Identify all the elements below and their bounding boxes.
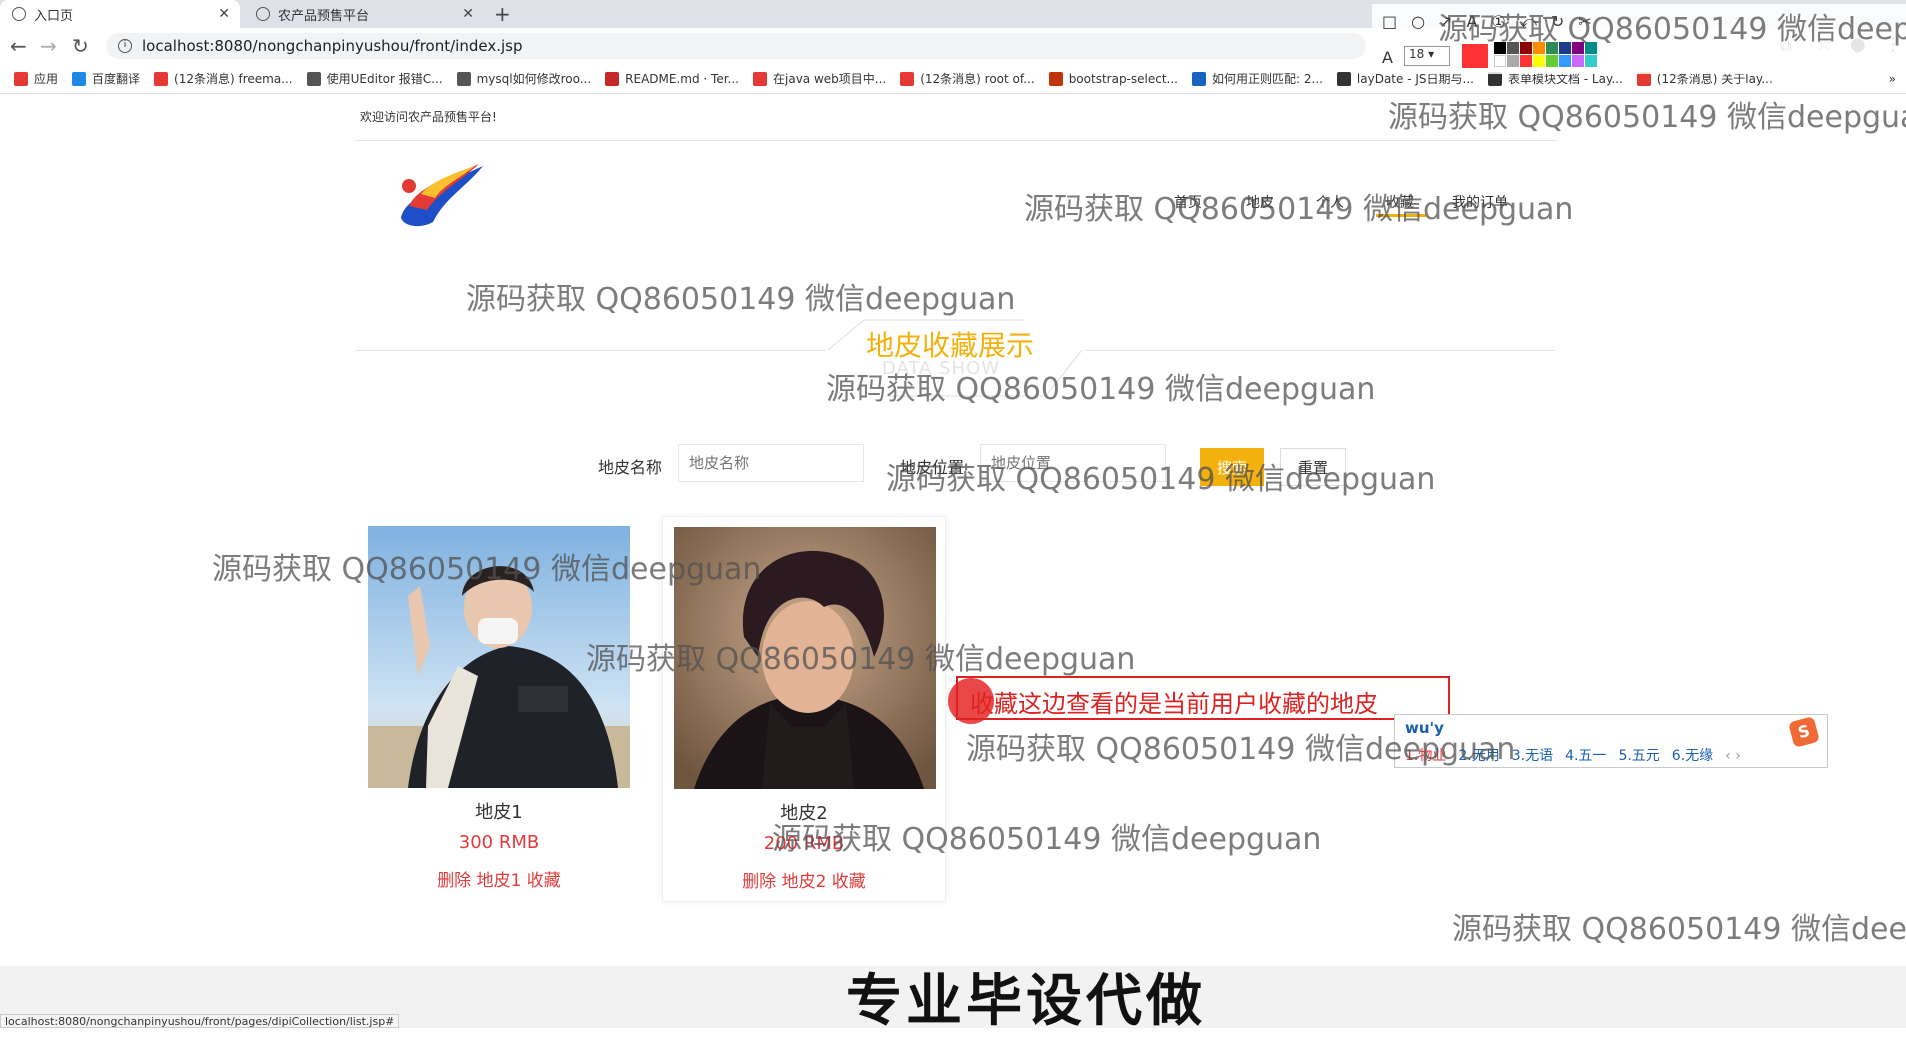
bookmark-label: (12条消息) freema... (174, 72, 293, 86)
text-size-icon: A (1382, 48, 1393, 67)
bookmark-icon (900, 71, 915, 86)
annotation-text: 收藏这边查看的是当前用户收藏的地皮 (970, 690, 1378, 718)
section-divider-left (356, 350, 826, 351)
land-photo[interactable] (368, 526, 630, 788)
watermark: 源码获取 QQ86050149 微信deepguan (1388, 100, 1906, 135)
new-tab-button[interactable]: + (494, 2, 511, 26)
color-palette[interactable] (1494, 42, 1597, 67)
bookmark-icon (753, 71, 767, 86)
land-position-label: 地皮位置 (900, 458, 965, 477)
bookmark-item[interactable]: 应用 (14, 70, 58, 87)
land-name: 地皮1 (475, 802, 523, 823)
land-name-label: 地皮名称 (598, 458, 663, 477)
globe-icon (12, 7, 26, 21)
nav-my-orders[interactable]: 我的订单 (1452, 192, 1508, 212)
land-name-input[interactable] (678, 444, 864, 482)
footer-banner: 专业毕设代做 (846, 969, 1206, 1034)
bookmark-item[interactable]: README.md · Ter... (605, 71, 739, 86)
tab-platform[interactable]: 农产品预售平台 ✕ (244, 0, 484, 28)
ime-input: wu'y (1405, 719, 1444, 737)
bookmark-icon (1048, 71, 1063, 86)
bookmark-label: mysql如何修改roo... (476, 72, 592, 86)
bookmark-icon (1336, 71, 1351, 86)
bookmark-label: 在java web项目中... (773, 72, 887, 86)
remove-favorite-link[interactable]: 删除 地皮1 收藏 (357, 866, 641, 891)
land-price: 300 RMB (458, 832, 540, 853)
land-photo[interactable] (674, 527, 936, 789)
back-arrow-icon[interactable]: ← (10, 34, 27, 58)
bookmark-item[interactable]: 使用UEditor 报错C... (306, 70, 443, 87)
bookmark-item[interactable]: 百度翻译 (72, 70, 140, 87)
drawing-tools-icon[interactable]: □○↗A①⤺↻✂ (1382, 12, 1606, 32)
bookmark-label: 使用UEditor 报错C... (326, 72, 443, 86)
info-icon: i (118, 39, 132, 53)
bookmark-label: README.md · Ter... (625, 71, 739, 86)
tab-label: 入口页 (34, 8, 74, 24)
land-price: 200 RMB (763, 833, 845, 854)
bookmark-icon (456, 71, 471, 86)
bookmark-label: bootstrap-select... (1068, 71, 1178, 86)
ime-page-arrows[interactable]: ‹ › (1725, 748, 1741, 764)
divider (356, 140, 1556, 141)
land-position-input[interactable] (980, 444, 1166, 482)
annotation-toolbar: □○↗A①⤺↻✂ A (1372, 4, 1906, 74)
close-icon[interactable]: ✕ (218, 6, 230, 22)
bookmark-item[interactable]: (12条消息) freema... (154, 70, 293, 87)
reset-button[interactable]: 重置 (1280, 448, 1346, 486)
bookmark-item[interactable]: 如何用正则匹配: 2... (1191, 70, 1323, 87)
ime-candidate-window: wu'y 1.物业 2.无用 3.无语 4.五一 5.五元 6.无缘 ‹ › S (1394, 714, 1828, 768)
bookmark-icon (72, 71, 87, 86)
favorite-card[interactable]: 地皮2 200 RMB 删除 地皮2 收藏 (662, 516, 946, 902)
status-url: localhost:8080/nongchanpinyushou/front/p… (0, 1014, 400, 1028)
current-color-swatch[interactable] (1462, 44, 1488, 68)
favorite-card[interactable]: 地皮1 300 RMB 删除 地皮1 收藏 (357, 516, 641, 902)
ime-candidate[interactable]: 5.五元 (1618, 748, 1659, 764)
ime-candidate[interactable]: 3.无语 (1512, 748, 1553, 764)
bookmark-label: 百度翻译 (92, 72, 141, 86)
nav-favorites[interactable]: 收藏 (1386, 192, 1414, 212)
nav-land[interactable]: 地皮 (1246, 192, 1274, 212)
bookmark-label: 如何用正则匹配: 2... (1211, 72, 1323, 86)
tab-label: 农产品预售平台 (278, 8, 370, 24)
site-logo (401, 164, 483, 227)
bookmark-icon (605, 71, 620, 86)
search-button[interactable]: 搜索 (1200, 448, 1264, 486)
ime-candidate[interactable]: 2.无用 (1458, 748, 1499, 764)
bookmark-icon (154, 71, 169, 86)
forward-arrow-icon[interactable]: → (40, 34, 57, 58)
ime-candidates[interactable]: 1.物业 2.无用 3.无语 4.五一 5.五元 6.无缘 ‹ › (1405, 745, 1741, 765)
url-input[interactable]: i localhost:8080/nongchanpinyushou/front… (106, 33, 1366, 59)
bookmark-icon (14, 71, 28, 86)
welcome-text: 欢迎访问农产品预售平台! (360, 110, 497, 124)
ime-candidate[interactable]: 4.五一 (1565, 748, 1606, 764)
bookmark-item[interactable]: mysql如何修改roo... (456, 70, 592, 87)
font-size-select[interactable]: 18 ▾ (1404, 46, 1450, 66)
nav-home[interactable]: 首页 (1174, 192, 1202, 212)
bookmark-label: 应用 (34, 72, 59, 86)
land-name: 地皮2 (780, 803, 828, 824)
bookmark-item[interactable]: 在java web项目中... (753, 70, 886, 87)
globe-icon (256, 7, 270, 21)
bookmark-item[interactable]: bootstrap-select... (1048, 71, 1178, 86)
bookmark-icon (1191, 71, 1206, 86)
watermark: 源码获取 QQ86050149 微信deepguan (1452, 912, 1906, 947)
nav-personal[interactable]: 个人 (1316, 192, 1344, 212)
section-divider-right (1085, 350, 1555, 351)
ime-candidate[interactable]: 6.无缘 (1672, 748, 1713, 764)
close-icon[interactable]: ✕ (462, 6, 474, 22)
bookmark-icon (306, 71, 321, 86)
ime-logo-icon: S (1788, 716, 1820, 748)
reload-icon[interactable]: ↻ (72, 34, 89, 58)
active-nav-indicator (1376, 214, 1426, 217)
remove-favorite-link[interactable]: 删除 地皮2 收藏 (663, 867, 945, 892)
tab-entry-page[interactable]: 入口页 ✕ (0, 0, 240, 28)
url-text: localhost:8080/nongchanpinyushou/front/i… (142, 37, 523, 55)
bookmark-item[interactable]: (12条消息) root of... (900, 70, 1035, 87)
ime-candidate[interactable]: 1.物业 (1405, 748, 1446, 764)
bookmark-label: (12条消息) root of... (920, 72, 1035, 86)
section-subtitle: DATA SHOW (882, 358, 1001, 379)
